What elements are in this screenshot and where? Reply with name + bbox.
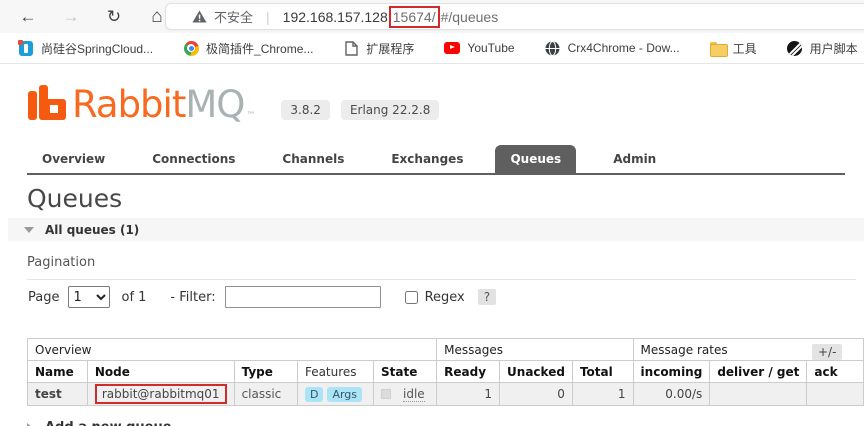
youtube-icon [444, 40, 461, 56]
rabbitmq-logo[interactable]: Rabbit MQ ™ 3.8.2 Erlang 22.2.8 [28, 83, 440, 126]
regex-checkbox[interactable] [404, 290, 418, 304]
bookmark-crx4chrome[interactable]: Crx4Chrome - Dow... [537, 37, 688, 59]
toggle-columns-button[interactable]: +/- [812, 344, 843, 360]
tab-connections[interactable]: Connections [137, 145, 250, 173]
rabbitmq-page: Rabbit MQ ™ 3.8.2 Erlang 22.2.8 Overview C… [0, 65, 864, 426]
incoming-rate-cell: 0.00/s [632, 382, 711, 406]
chevron-down-icon [24, 226, 34, 233]
userscript-icon [787, 40, 803, 56]
table-column-header-row: Name Node Type Features State Ready Unac… [27, 360, 864, 383]
warning-triangle-icon [192, 10, 207, 23]
page-label: Page [28, 289, 60, 305]
erlang-version-badge: Erlang 22.2.8 [340, 100, 440, 120]
table-row: test rabbit@rabbitmq01 classic D Args idl… [27, 382, 864, 406]
page-select[interactable]: 1 [68, 286, 111, 308]
group-messages: Messages [436, 338, 634, 361]
col-header-type[interactable]: Type [233, 360, 298, 383]
version-badges: 3.8.2 Erlang 22.2.8 [270, 100, 440, 120]
url-port-annotation: 15674/ [388, 5, 440, 28]
col-header-ack[interactable]: ack [806, 360, 864, 383]
address-divider: | [266, 8, 270, 25]
main-nav-tabs: Overview Connections Channels Exchanges … [27, 145, 845, 175]
col-header-node[interactable]: Node [86, 360, 235, 383]
regex-help-button[interactable]: ? [477, 289, 497, 305]
all-queues-section-header[interactable]: All queues (1) [8, 218, 864, 241]
page-icon [343, 40, 359, 56]
add-queue-section-header[interactable]: Add a new queue [27, 420, 172, 426]
add-queue-label: Add a new queue [45, 420, 172, 426]
ready-count-cell: 1 [436, 382, 501, 406]
page-of-label: of 1 [121, 289, 147, 305]
bookmark-extensions[interactable]: 扩展程序 [335, 37, 422, 60]
bookmark-springcloud[interactable]: 尚硅谷SpringCloud... [10, 37, 161, 60]
total-count-cell: 1 [571, 382, 634, 406]
regex-label: Regex [424, 289, 465, 305]
globe-icon [545, 40, 561, 56]
security-warning-text: 不安全 [214, 10, 254, 25]
forward-icon[interactable]: → [56, 2, 86, 32]
col-header-name[interactable]: Name [27, 360, 88, 383]
group-overview: Overview [26, 338, 438, 361]
tab-admin[interactable]: Admin [598, 145, 671, 173]
col-header-ready[interactable]: Ready [436, 360, 501, 383]
bookmark-tools-folder[interactable]: 工具 [702, 37, 765, 60]
tab-channels[interactable]: Channels [267, 145, 359, 173]
queue-state-cell: idle [373, 382, 438, 406]
bookmark-userscripts[interactable]: 用户脚本 [779, 37, 864, 60]
rabbitmq-rabbit-icon [28, 85, 66, 120]
back-icon[interactable]: ← [13, 2, 43, 32]
table-group-header-row: Overview Messages Message rates [26, 338, 864, 361]
rabbitmq-version-badge: 3.8.2 [281, 100, 330, 120]
state-indicator-icon [381, 389, 392, 399]
col-header-state[interactable]: State [373, 360, 438, 383]
tab-exchanges[interactable]: Exchanges [376, 145, 478, 173]
bookmark-youtube[interactable]: YouTube [436, 37, 522, 59]
state-text: idle [403, 386, 425, 402]
url-host: 192.168.157.128 [282, 8, 388, 25]
tab-overview[interactable]: Overview [27, 145, 120, 173]
bookmark-chrome-plugins[interactable]: 极简插件_Chrome... [175, 37, 321, 60]
tab-queues[interactable]: Queues [495, 145, 577, 173]
filter-input[interactable] [224, 286, 381, 308]
col-header-total[interactable]: Total [571, 360, 634, 383]
rabbitmq-wordmark: Rabbit MQ ™ [72, 83, 255, 126]
col-header-incoming[interactable]: incoming [632, 360, 711, 383]
screen: ← → ↻ ⌂ 不安全 | 192.168.157.128 15674/#/que… [0, 0, 864, 426]
folder-icon [709, 40, 728, 57]
queues-table: Overview Messages Message rates Name Nod… [26, 338, 864, 406]
col-header-unacked[interactable]: Unacked [499, 360, 573, 383]
url-text: 192.168.157.128 15674/#/queues [282, 5, 499, 28]
chevron-right-icon [27, 422, 33, 426]
url-path: #/queues [440, 8, 499, 25]
unacked-count-cell: 0 [499, 382, 573, 406]
address-bar[interactable]: 不安全 | 192.168.157.128 15674/#/queues [165, 3, 864, 30]
queue-type-cell: classic [233, 382, 298, 406]
node-annotation-box: rabbit@rabbitmq01 [94, 384, 227, 404]
col-header-features: Features [296, 360, 375, 383]
all-queues-label: All queues (1) [45, 222, 140, 237]
refresh-icon[interactable]: ↻ [99, 2, 129, 32]
queue-name-cell[interactable]: test [27, 382, 88, 406]
edu-favicon [18, 39, 34, 56]
pagination-controls: Page 1 of 1 - Filter: Regex ? [28, 286, 497, 308]
filter-label: - Filter: [170, 289, 216, 305]
col-header-deliver-get[interactable]: deliver / get [709, 360, 808, 383]
ack-rate-cell [806, 382, 864, 406]
queue-features-cell: D Args [296, 382, 375, 406]
chrome-icon [183, 40, 199, 56]
deliver-get-rate-cell [709, 382, 808, 406]
pagination-heading: Pagination [27, 255, 856, 280]
bookmarks-bar: 尚硅谷SpringCloud... 极简插件_Chrome... 扩展程序 Yo… [0, 33, 864, 64]
queue-node-cell: rabbit@rabbitmq01 [86, 382, 235, 406]
security-indicator[interactable]: 不安全 [192, 7, 253, 26]
feature-badge-args: Args [327, 386, 363, 402]
feature-badge-durable: D [304, 386, 324, 402]
browser-toolbar: ← → ↻ ⌂ 不安全 | 192.168.157.128 15674/#/que… [0, 0, 864, 33]
page-title: Queues [27, 184, 123, 213]
